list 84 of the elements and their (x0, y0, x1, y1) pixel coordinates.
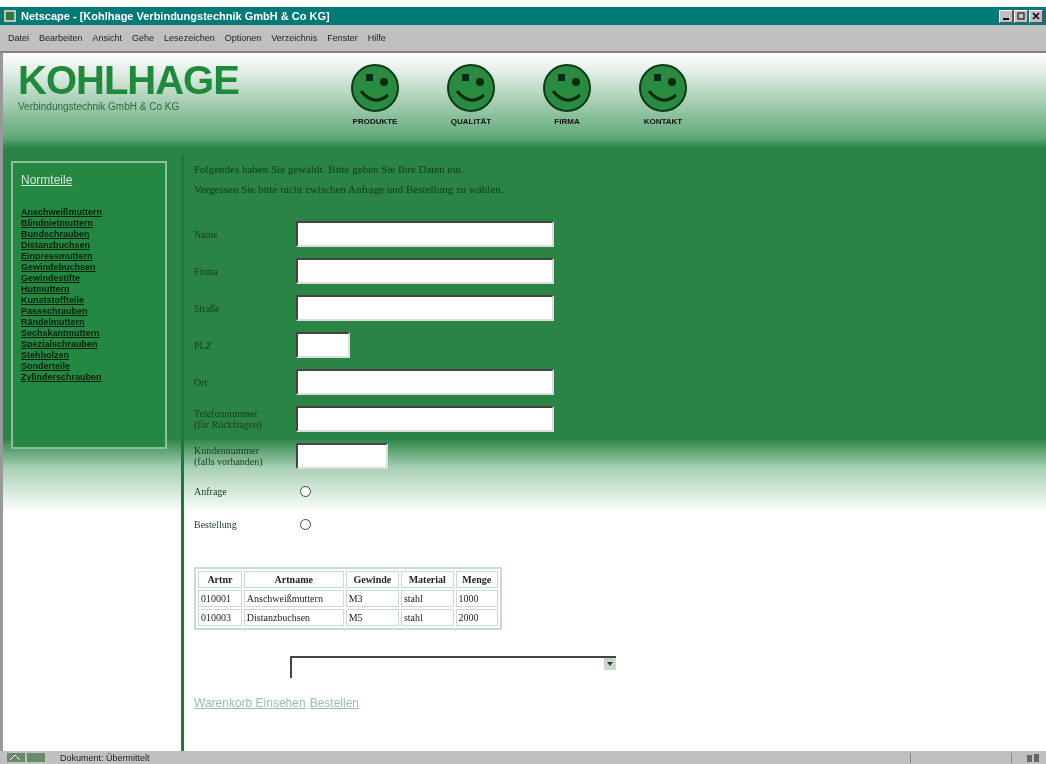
sidebar-link[interactable]: Distanzbuchsen (21, 240, 157, 251)
status-text: Dokument: Übermittelt (60, 752, 150, 763)
menu-item[interactable]: Lesezeichen (160, 33, 219, 43)
sidebar-link[interactable]: Zylinderschrauben (21, 372, 157, 383)
text-field[interactable] (296, 221, 554, 247)
logo-subtitle: Verbindungstechnik GmbH & Co KG (18, 101, 181, 112)
column-header: Material (400, 571, 454, 588)
nav-link[interactable]: FIRMA (540, 63, 594, 126)
text-field[interactable] (296, 406, 554, 432)
table-cell: 010001 (198, 590, 242, 607)
smiley-icon (446, 63, 496, 113)
sidebar-link[interactable]: Blindnietmuttern (21, 218, 157, 229)
table-cell: Anschweißmuttern (243, 590, 344, 607)
close-icon (1032, 12, 1040, 20)
smiley-icon (638, 63, 688, 113)
text-field[interactable] (296, 332, 350, 358)
field-label: Straße (194, 302, 221, 314)
table-cell: M3 (345, 590, 399, 607)
security-icon (6, 752, 46, 763)
text-field[interactable] (296, 369, 554, 395)
sidebar-link[interactable]: Rändelmuttern (21, 317, 157, 328)
restore-icon (1017, 12, 1025, 20)
column-header: Artname (243, 571, 344, 588)
menu-item[interactable]: Hilfe (363, 33, 390, 43)
page-link[interactable]: Bestellen (309, 696, 359, 710)
menu-item[interactable]: Verzeichnis (267, 33, 322, 43)
menu-item[interactable]: Gehe (128, 33, 159, 43)
text-area[interactable] (290, 656, 616, 678)
sidebar-link[interactable]: Stehbolzen (21, 350, 157, 361)
radio-button[interactable] (300, 485, 311, 497)
column-header: Menge (455, 571, 498, 588)
sidebar-link[interactable]: Bundschrauben (21, 229, 157, 240)
minimize-button[interactable] (999, 9, 1013, 23)
sidebar-link[interactable]: Spezialschrauben (21, 339, 157, 350)
radio-button[interactable] (300, 518, 311, 530)
window-title: Netscape - [Kohlhage Verbindungstechnik GmbH & Co KG] (21, 10, 330, 22)
field-label: Ort (194, 376, 209, 388)
logo-text: KOHLHAGE (18, 59, 240, 101)
table-cell: stahl (400, 590, 454, 607)
sidebar-link[interactable]: Einpressmuttern (21, 251, 157, 262)
smiley-icon (350, 63, 400, 113)
table-cell: 1000 (455, 590, 498, 607)
table-cell: Distanzbuchsen (243, 609, 344, 626)
field-label: Firma (194, 265, 219, 277)
sidebar-link[interactable]: Hutmuttern (21, 284, 157, 295)
field-label: PLZ (194, 339, 213, 351)
sidebar-link[interactable]: Sechskantmuttern (21, 328, 157, 339)
intro-text: Folgendes haben Sie gewählt. Bitte geben Sie Ihre Daten ein. (194, 162, 465, 177)
table-cell: 010003 (198, 609, 242, 626)
table-cell: M5 (345, 609, 399, 626)
nav-link[interactable]: PRODUKTE (348, 63, 402, 126)
sidebar-link[interactable]: Anschweißmuttern (21, 207, 157, 218)
menu-item[interactable]: Bearbeiten (35, 33, 87, 43)
restore-button[interactable] (1014, 9, 1028, 23)
field-label: Telefonnummer (für Rückfragen) (194, 408, 263, 430)
column-header: Gewinde (345, 571, 399, 588)
nav-link[interactable]: KONTAKT (636, 63, 690, 126)
smiley-icon (542, 63, 592, 113)
sidebar-link[interactable]: Kunststoffteile (21, 295, 157, 306)
app-icon (3, 9, 17, 23)
menu-item[interactable]: Fenster (323, 33, 362, 43)
sidebar-title-link[interactable]: Normteile (21, 173, 157, 187)
sidebar-link[interactable]: Sonderteile (21, 361, 157, 372)
intro-text: Vergessen Sie bitte nicht zwischen Anfrage und Bestellung zu wählen. (194, 182, 505, 197)
text-field[interactable] (296, 295, 554, 321)
text-field[interactable] (296, 443, 388, 469)
option-label: Bestellung (194, 518, 238, 530)
text-field[interactable] (296, 258, 554, 284)
option-label: Anfrage (194, 485, 228, 497)
sidebar-link[interactable]: Gewindestifte (21, 273, 157, 284)
page-link[interactable]: Warenkorb Einsehen (194, 696, 306, 710)
menu-item[interactable]: Optionen (220, 33, 266, 43)
sidebar-link[interactable]: Passschrauben (21, 306, 157, 317)
table-cell: stahl (400, 609, 454, 626)
close-button[interactable] (1029, 9, 1043, 23)
table-cell: 2000 (455, 609, 498, 626)
column-header: Artnr (198, 571, 242, 588)
nav-link[interactable]: QUALITÄT (444, 63, 498, 126)
field-label: Kundennummer (falls vorhanden) (194, 445, 264, 467)
network-icon (1026, 752, 1040, 763)
sidebar-link[interactable]: Gewindebuchsen (21, 262, 157, 273)
menu-item[interactable]: Ansicht (88, 33, 127, 43)
field-label: Name (194, 228, 219, 240)
menu-item[interactable]: Datei (4, 33, 33, 43)
